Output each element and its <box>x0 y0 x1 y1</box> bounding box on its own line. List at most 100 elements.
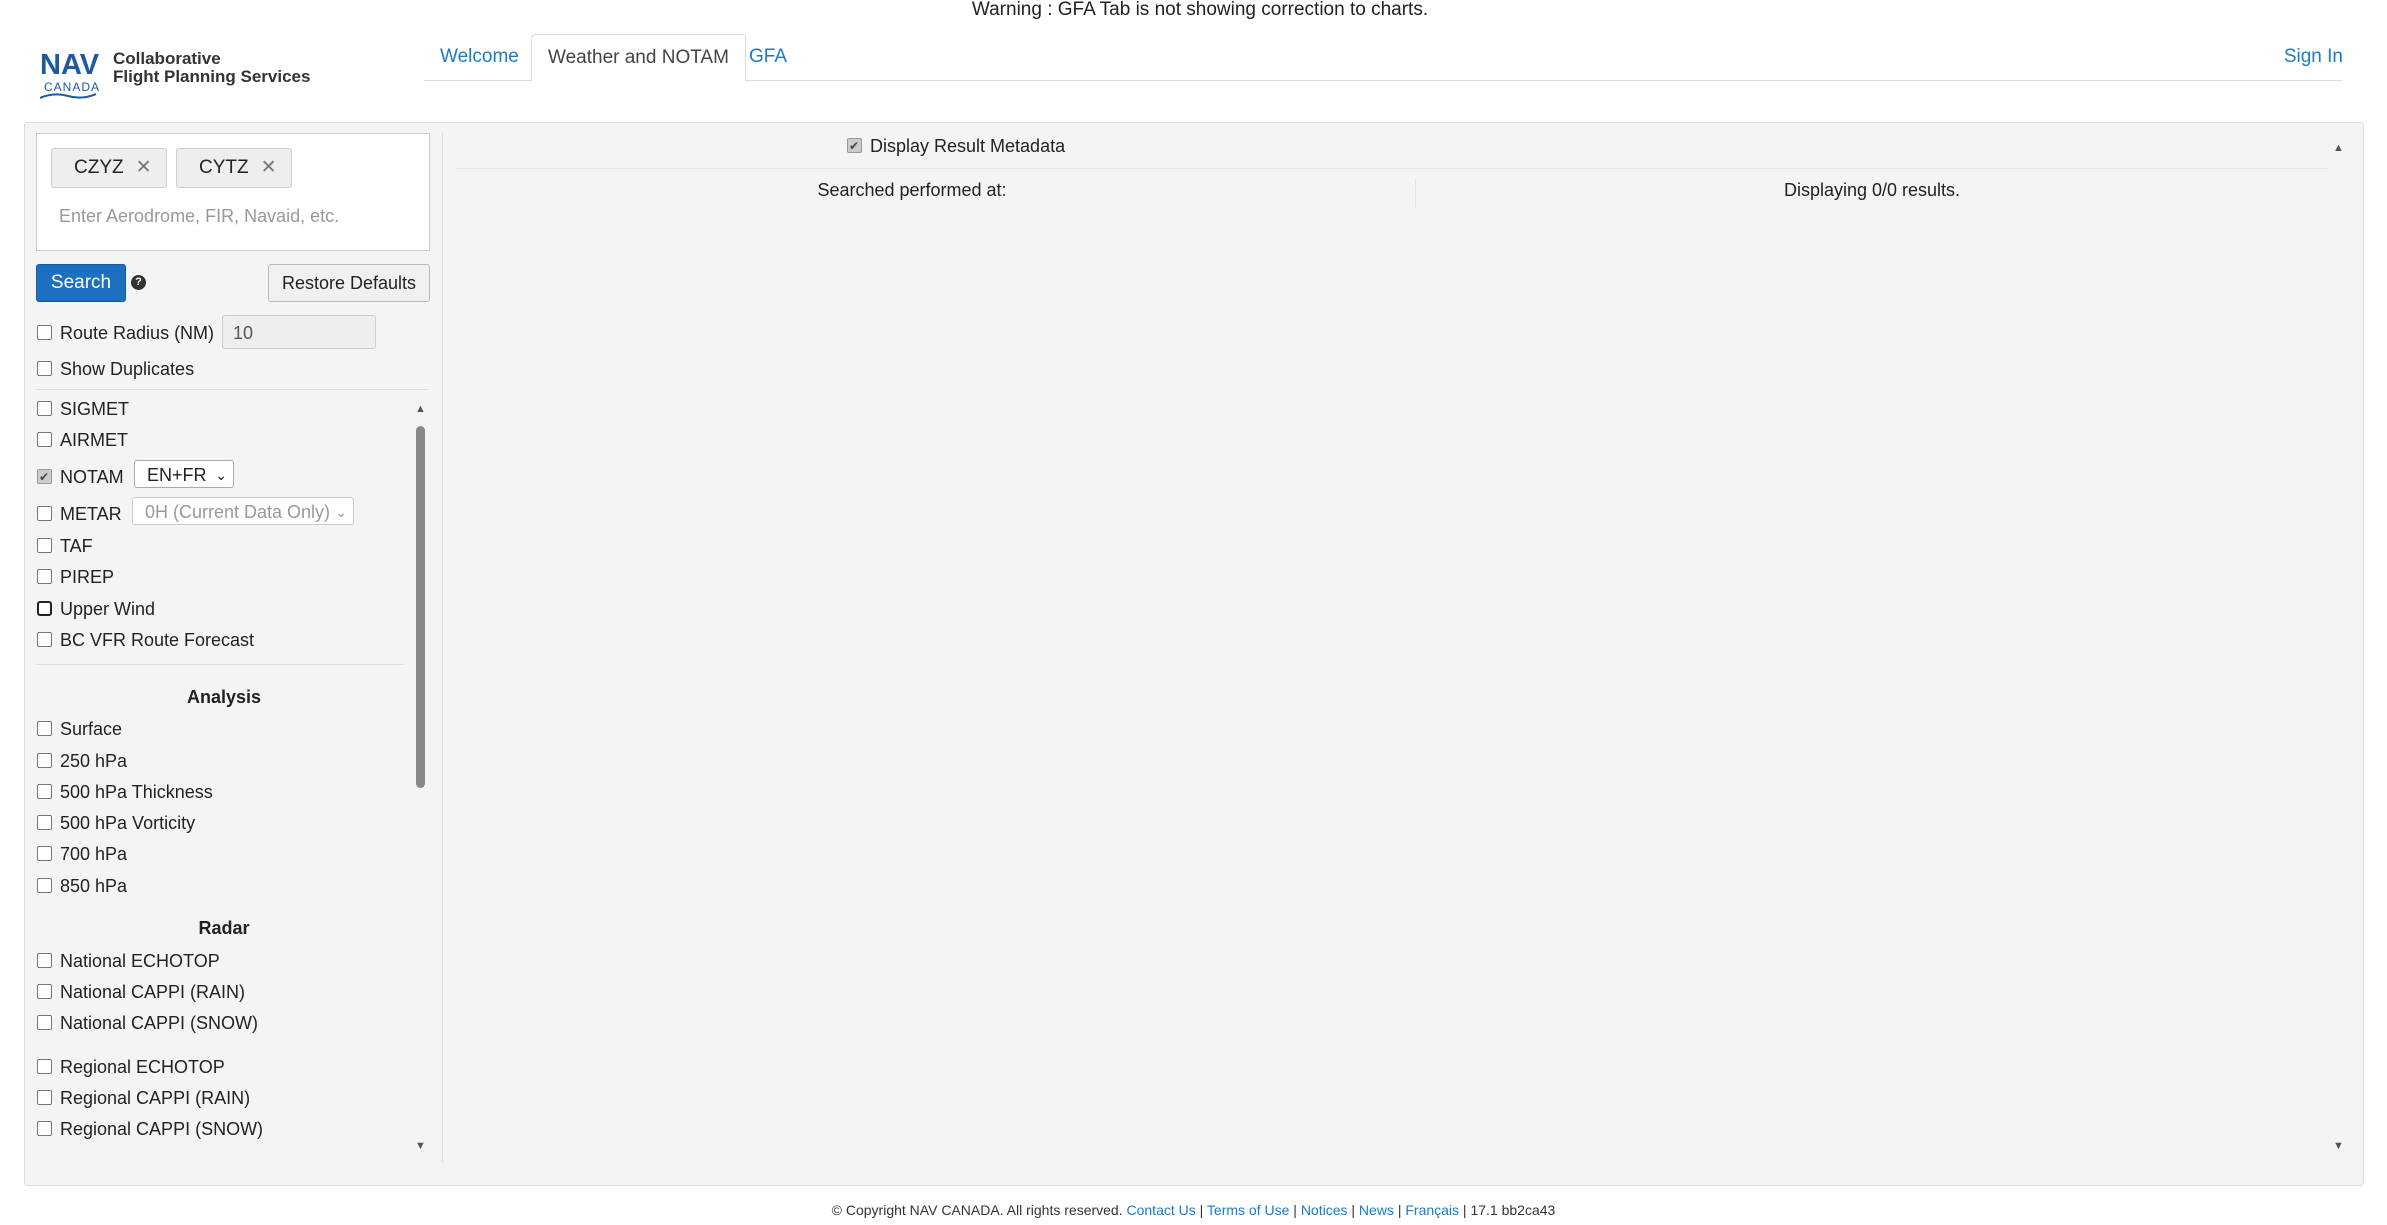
metar-checkbox[interactable] <box>37 506 52 522</box>
show-duplicates-option[interactable]: Show Duplicates <box>37 358 194 380</box>
analysis-checkbox[interactable] <box>37 784 52 800</box>
chevron-down-icon: ⌄ <box>215 467 227 483</box>
product-bc-vfr[interactable]: BC VFR Route Forecast <box>37 629 254 651</box>
analysis-item[interactable]: 250 hPa <box>37 750 127 772</box>
product-notam[interactable]: NOTAM <box>37 466 124 488</box>
notam-language-value: EN+FR <box>147 465 207 485</box>
scroll-up-icon[interactable]: ▲ <box>2333 142 2344 154</box>
radar-item[interactable]: Regional CAPPI (RAIN) <box>37 1087 250 1109</box>
footer: © Copyright NAV CANADA. All rights reser… <box>831 1202 1556 1218</box>
sigmet-label: SIGMET <box>60 399 130 419</box>
logo-tagline: Collaborative Flight Planning Services <box>113 50 310 86</box>
contact-us-link[interactable]: Contact Us <box>1127 1202 1196 1218</box>
radar-checkbox[interactable] <box>37 1090 52 1106</box>
radar-item[interactable]: Regional CAPPI (SNOW) <box>37 1118 263 1140</box>
logo-wave-icon <box>40 93 96 99</box>
analysis-item[interactable]: 850 hPa <box>37 875 127 897</box>
scroll-down-icon[interactable]: ▼ <box>2333 1140 2344 1152</box>
location-search-box[interactable]: CZYZ ✕ CYTZ ✕ <box>36 133 430 251</box>
copyright-text: © Copyright NAV CANADA. All rights reser… <box>831 1202 1123 1218</box>
radar-checkbox[interactable] <box>37 1015 52 1031</box>
close-icon[interactable]: ✕ <box>261 157 277 178</box>
airmet-label: AIRMET <box>60 430 129 450</box>
help-icon[interactable]: ? <box>131 275 146 290</box>
analysis-checkbox[interactable] <box>37 878 52 894</box>
radar-item[interactable]: Regional ECHOTOP <box>37 1056 225 1078</box>
results-header <box>456 132 2328 169</box>
analysis-item[interactable]: 700 hPa <box>37 843 127 865</box>
radar-checkbox[interactable] <box>37 1059 52 1075</box>
francais-link[interactable]: Français <box>1405 1202 1459 1218</box>
analysis-label: 700 hPa <box>60 844 128 864</box>
route-radius-option[interactable]: Route Radius (NM) <box>37 322 214 344</box>
metar-range-select[interactable]: 0H (Current Data Only) ⌄ <box>132 497 354 525</box>
radar-checkbox[interactable] <box>37 984 52 1000</box>
results-count: Displaying 0/0 results. <box>1783 180 1961 200</box>
notam-language-select[interactable]: EN+FR ⌄ <box>134 460 234 488</box>
route-radius-label: Route Radius (NM) <box>60 323 215 343</box>
analysis-checkbox[interactable] <box>37 753 52 769</box>
location-input[interactable] <box>45 198 421 234</box>
product-pirep[interactable]: PIREP <box>37 566 114 588</box>
radar-item[interactable]: National CAPPI (SNOW) <box>37 1012 258 1034</box>
analysis-checkbox[interactable] <box>37 815 52 831</box>
route-radius-checkbox[interactable] <box>37 325 52 341</box>
product-sigmet[interactable]: SIGMET <box>37 398 129 420</box>
pirep-checkbox[interactable] <box>37 569 52 585</box>
restore-defaults-button[interactable]: Restore Defaults <box>268 264 430 302</box>
show-duplicates-checkbox[interactable] <box>37 361 52 377</box>
product-taf[interactable]: TAF <box>37 535 93 557</box>
analysis-label: 500 hPa Vorticity <box>60 813 196 833</box>
terms-of-use-link[interactable]: Terms of Use <box>1207 1202 1289 1218</box>
tab-welcome[interactable]: Welcome <box>424 34 535 78</box>
analysis-checkbox[interactable] <box>37 846 52 862</box>
taf-label: TAF <box>60 536 93 556</box>
radar-item[interactable]: National ECHOTOP <box>37 950 220 972</box>
upper-wind-checkbox[interactable] <box>37 601 52 617</box>
divider <box>36 389 428 390</box>
radar-item[interactable]: National CAPPI (RAIN) <box>37 981 245 1003</box>
analysis-item[interactable]: Surface <box>37 718 122 740</box>
sidebar-scrollbar-thumb[interactable] <box>416 426 425 788</box>
analysis-item[interactable]: 500 hPa Vorticity <box>37 812 195 834</box>
location-chip[interactable]: CZYZ ✕ <box>51 148 167 188</box>
tab-weather-and-notam[interactable]: Weather and NOTAM <box>531 34 746 82</box>
metar-label: METAR <box>60 504 122 524</box>
taf-checkbox[interactable] <box>37 538 52 554</box>
notam-checkbox[interactable] <box>37 466 52 488</box>
sign-in-link[interactable]: Sign In <box>2284 46 2343 68</box>
display-metadata-checkbox[interactable] <box>847 135 862 157</box>
analysis-item[interactable]: 500 hPa Thickness <box>37 781 213 803</box>
radar-checkbox[interactable] <box>37 1121 52 1137</box>
main-tabs: Welcome Weather and NOTAM GFA <box>424 34 2342 82</box>
product-metar[interactable]: METAR <box>37 503 122 525</box>
location-chip[interactable]: CYTZ ✕ <box>176 148 292 188</box>
radar-checkbox[interactable] <box>37 953 52 969</box>
analysis-label: Surface <box>60 719 123 739</box>
radar-label: National CAPPI (SNOW) <box>60 1013 259 1033</box>
product-upper-wind[interactable]: Upper Wind <box>37 598 155 620</box>
tab-gfa[interactable]: GFA <box>733 34 803 78</box>
close-icon[interactable]: ✕ <box>136 157 152 178</box>
sigmet-checkbox[interactable] <box>37 401 52 417</box>
bc-vfr-label: BC VFR Route Forecast <box>60 630 255 650</box>
scroll-down-icon[interactable]: ▼ <box>415 1140 426 1152</box>
bc-vfr-checkbox[interactable] <box>37 632 52 648</box>
news-link[interactable]: News <box>1359 1202 1394 1218</box>
display-metadata-option[interactable]: Display Result Metadata <box>847 135 1065 157</box>
airmet-checkbox[interactable] <box>37 432 52 448</box>
notices-link[interactable]: Notices <box>1301 1202 1348 1218</box>
product-airmet[interactable]: AIRMET <box>37 429 128 451</box>
version-text: 17.1 bb2ca43 <box>1470 1202 1556 1218</box>
route-radius-input[interactable]: 10 <box>222 315 376 349</box>
notam-label: NOTAM <box>60 467 124 487</box>
scroll-up-icon[interactable]: ▲ <box>415 403 426 415</box>
pirep-label: PIREP <box>60 567 115 587</box>
analysis-checkbox[interactable] <box>37 721 52 737</box>
search-button[interactable]: Search <box>36 264 126 302</box>
logo-tagline-line1: Collaborative <box>113 49 221 68</box>
chevron-down-icon: ⌄ <box>335 504 347 520</box>
chip-label: CZYZ <box>74 157 124 178</box>
divider <box>36 664 404 665</box>
radar-heading: Radar <box>198 918 250 938</box>
